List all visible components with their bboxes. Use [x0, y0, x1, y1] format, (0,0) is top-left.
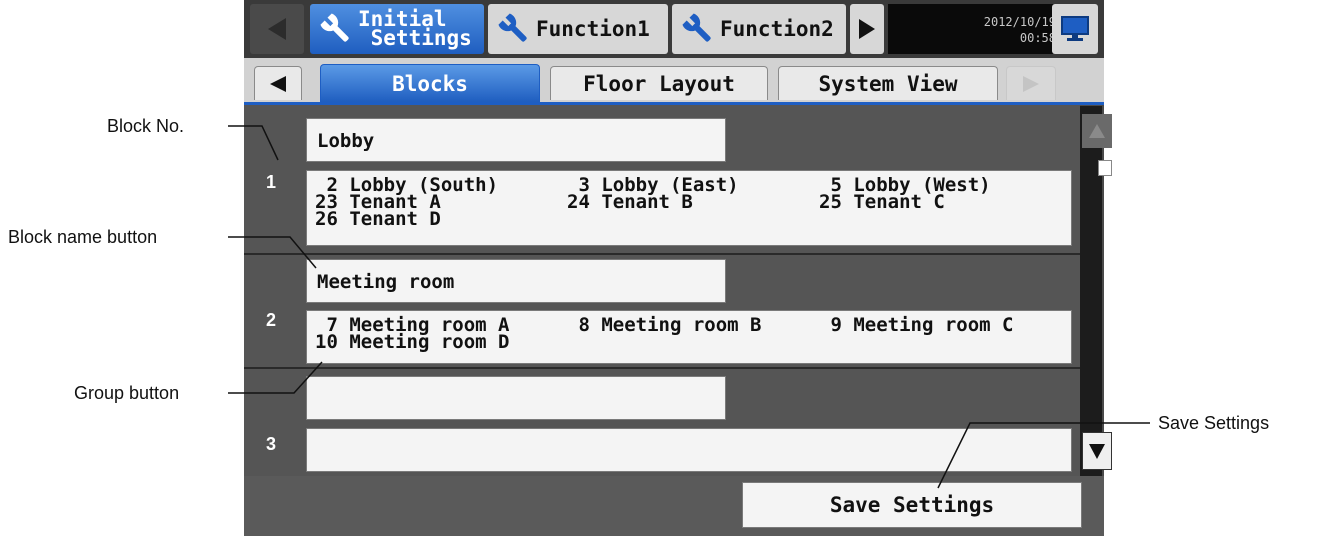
annotation-save-settings: Save Settings: [1158, 413, 1270, 433]
annotation-block-name-button: Block name button: [8, 227, 158, 247]
annotation-lines: [228, 125, 1150, 489]
annotation-group-button: Group button: [74, 383, 180, 403]
annotation-block-no: Block No.: [107, 116, 185, 136]
